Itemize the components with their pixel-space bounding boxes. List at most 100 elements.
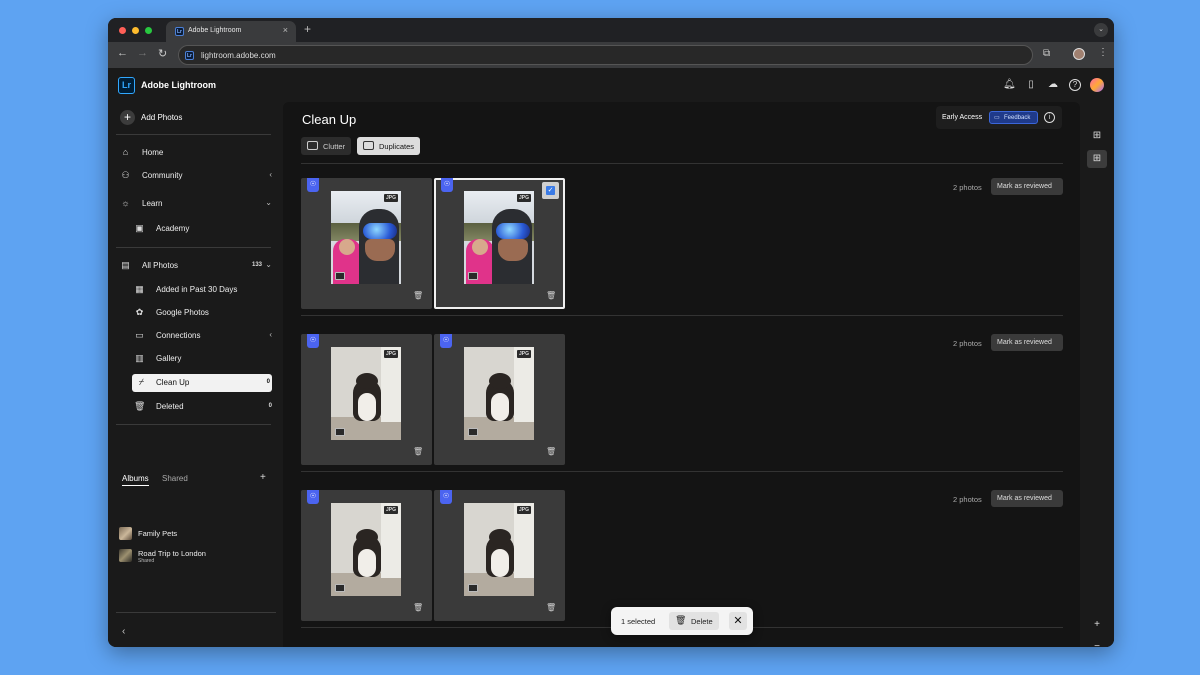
close-tab-icon[interactable]: × [283,25,288,35]
app-header: Lr Adobe Lightroom 🔔︎ ▯ ☁︎ ? [108,68,1114,102]
sidebar-item-deleted[interactable]: 🗑︎ Deleted 0 [134,398,272,415]
user-avatar[interactable] [1090,78,1104,92]
photo-card[interactable]: ☉ JPG 🗑︎ [434,490,565,621]
cat-photo[interactable]: JPG [331,347,401,440]
button-label: Mark as reviewed [997,339,1052,346]
trash-icon[interactable]: 🗑︎ [546,447,556,457]
item-count: 0 [268,403,272,409]
photo-card[interactable]: ☉ ✓ JPG 🗑︎ [434,178,565,309]
delete-button[interactable]: 🗑︎ Delete [669,612,719,630]
browser-window: Lr Adobe Lightroom × + ⌄ ← → ↻ Lr lightr… [108,18,1114,647]
profile-avatar[interactable] [1073,48,1085,60]
cat-photo[interactable]: JPG [464,503,534,596]
back-arrow-icon[interactable]: ← [117,47,128,59]
address-bar[interactable]: Lr lightroom.adobe.com [178,45,1033,65]
duplicate-badge-icon: ☉ [440,490,452,504]
add-album-button[interactable]: + [260,472,266,483]
photo-card[interactable]: ☉ JPG 🗑︎ [434,334,565,465]
trash-icon[interactable]: 🗑︎ [546,603,556,613]
sidebar: + Add Photos ⌂ Home ⚇ Community ‹ ☼ Lear… [108,102,283,647]
trash-icon[interactable]: 🗑︎ [413,603,423,613]
trash-icon[interactable]: 🗑︎ [546,291,556,301]
sidebar-item-clean-up[interactable]: ⌿ Clean Up 0 [132,374,272,392]
sidebar-item-label: Connections [156,331,201,340]
album-family-pets[interactable]: Family Pets [119,525,279,543]
pinwheel-icon: ✿ [135,307,144,317]
format-badge: JPG [383,350,398,358]
help-icon[interactable]: ? [1069,79,1081,91]
edit-panel-icon[interactable]: ⊞ [1091,130,1103,142]
gallery-icon: ▥ [135,353,144,363]
trash-icon[interactable]: 🗑︎ [413,447,423,457]
new-tab-button[interactable]: + [304,22,311,36]
sidebar-item-added-past-30-days[interactable]: ▦ Added in Past 30 Days [134,281,272,298]
close-icon[interactable]: ✕ [729,612,747,630]
lightroom-app: Lr Adobe Lightroom 🔔︎ ▯ ☁︎ ? + Add Photo… [108,68,1114,647]
duplicate-badge-icon: ☉ [441,178,453,192]
album-name: Road Trip to London [138,549,206,558]
sidebar-item-label: Community [142,171,183,180]
sidebar-item-connections[interactable]: ▭ Connections ‹ [134,327,272,344]
site-favicon-icon: Lr [185,51,194,60]
cloud-icon[interactable]: ☁︎ [1047,79,1059,91]
mark-as-reviewed-button[interactable]: Mark as reviewed [991,178,1063,195]
zoom-out-icon[interactable]: − [1091,641,1103,647]
collapse-sidebar-icon[interactable]: ‹ [122,626,125,637]
connections-icon: ▭ [135,330,144,340]
grid-view-icon[interactable]: ⊞ [1091,153,1103,165]
tab-duplicates[interactable]: Duplicates [357,137,420,155]
tab-clutter[interactable]: Clutter [301,137,351,155]
info-icon[interactable]: i [1044,112,1055,123]
extensions-puzzle-icon[interactable]: ⧉ [1043,48,1055,60]
image-type-icon [335,272,345,280]
tab-shared[interactable]: Shared [162,474,188,483]
bell-icon[interactable]: 🔔︎ [1003,79,1016,91]
ski-selfie-photo[interactable]: JPG [331,191,401,284]
browser-tab[interactable]: Lr Adobe Lightroom × [166,21,296,42]
close-window-button[interactable] [119,27,126,34]
ski-selfie-photo[interactable]: JPG [464,191,534,284]
chevron-left-icon: ‹ [269,170,272,179]
album-road-trip-to-london[interactable]: Road Trip to London Shared [119,547,279,565]
maximize-window-button[interactable] [145,27,152,34]
cat-photo[interactable]: JPG [464,347,534,440]
mark-as-reviewed-button[interactable]: Mark as reviewed [991,334,1063,351]
album-shared-label: Shared [138,558,155,564]
photo-count: 133 [251,262,262,268]
url-text[interactable]: lightroom.adobe.com [201,51,276,60]
reload-icon[interactable]: ↻ [158,47,167,60]
page-title: Clean Up [302,112,357,127]
photo-card[interactable]: ☉ JPG 🗑︎ [301,490,432,621]
trash-icon[interactable]: 🗑︎ [413,291,423,301]
photo-card[interactable]: ☉ JPG 🗑︎ [301,178,432,309]
selected-count: 1 selected [621,617,656,626]
cat-photo[interactable]: JPG [331,503,401,596]
sidebar-item-home[interactable]: ⌂ Home [120,144,272,161]
selection-checkbox[interactable]: ✓ [542,182,559,199]
early-access-box: Early Access ▭ Feedback i [936,106,1062,129]
feedback-button[interactable]: ▭ Feedback [989,111,1038,124]
trash-icon: 🗑︎ [675,615,687,625]
sidebar-item-academy[interactable]: ▣ Academy [134,220,272,237]
tab-albums[interactable]: Albums [122,474,149,486]
devices-icon[interactable]: ▯ [1025,79,1037,91]
format-badge: JPG [383,194,398,202]
minimize-window-button[interactable] [132,27,139,34]
mark-as-reviewed-button[interactable]: Mark as reviewed [991,490,1063,507]
sidebar-item-label: Clean Up [156,378,190,387]
forward-arrow-icon[interactable]: → [137,47,148,59]
zoom-in-icon[interactable]: + [1091,619,1103,631]
sidebar-item-gallery[interactable]: ▥ Gallery [134,350,272,367]
sidebar-item-google-photos[interactable]: ✿ Google Photos [134,304,272,321]
community-icon: ⚇ [121,170,130,180]
sidebar-item-learn[interactable]: ☼ Learn ⌄ [120,195,272,212]
sidebar-item-community[interactable]: ⚇ Community ‹ [120,167,272,184]
divider [116,134,271,135]
tab-label: Duplicates [379,142,415,151]
sidebar-item-all-photos[interactable]: ▤ All Photos 133 ⌄ [120,257,272,274]
sidebar-item-label: All Photos [142,261,179,270]
photo-card[interactable]: ☉ JPG 🗑︎ [301,334,432,465]
home-icon: ⌂ [122,147,129,157]
tab-search-chevron-icon[interactable]: ⌄ [1094,23,1108,37]
browser-menu-icon[interactable]: ⋮ [1098,47,1108,58]
